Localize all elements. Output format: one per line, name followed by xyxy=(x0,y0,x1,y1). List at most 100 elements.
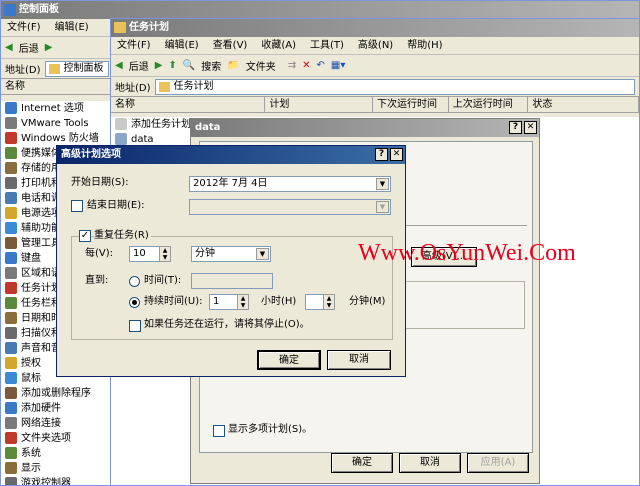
apply-button[interactable]: 应用(A) xyxy=(467,453,529,473)
address-field[interactable]: 控制面板 xyxy=(44,60,109,77)
sidebar-item-label: 打印机和 xyxy=(21,178,61,189)
data-dialog-titlebar[interactable]: data ? ✕ xyxy=(191,119,539,137)
hours-spinner[interactable]: ▲ ▼ xyxy=(237,294,249,310)
sidebar-item[interactable]: 游戏控制器 xyxy=(1,476,113,485)
menu-file[interactable]: 文件(F) xyxy=(7,19,41,36)
show-multiple-label[interactable]: 显示多项计划(S)。 xyxy=(228,423,312,437)
back-icon[interactable]: ◀ xyxy=(5,42,13,53)
control-panel-addressbar: 地址(D) 控制面板 xyxy=(1,59,113,79)
advanced-schedule-dialog: 高级计划选项 ? ✕ 开始日期(S): 2012年 7月 4日 ▼ 结束日期(E… xyxy=(56,145,406,377)
time-input[interactable] xyxy=(191,273,273,289)
time-label[interactable]: 时间(T): xyxy=(144,274,181,288)
cancel-button[interactable]: 取消 xyxy=(399,453,461,473)
minutes-spinner[interactable]: ▲ ▼ xyxy=(323,294,335,310)
ok-button[interactable]: 确定 xyxy=(257,350,321,370)
forward-icon[interactable]: ▶ xyxy=(155,60,163,71)
column-status[interactable]: 状态 xyxy=(528,97,639,112)
menu-item[interactable]: 文件(F) xyxy=(117,37,151,54)
chevron-down-icon[interactable]: ▼ xyxy=(256,248,269,260)
sidebar-item[interactable]: VMware Tools xyxy=(1,116,113,131)
end-date-label[interactable]: 结束日期(E): xyxy=(87,199,145,213)
move-to-icon[interactable]: ⇉ xyxy=(288,60,296,71)
control-panel-item-icon xyxy=(5,327,17,339)
menu-item[interactable]: 高级(N) xyxy=(358,37,393,54)
advanced-dialog-titlebar[interactable]: 高级计划选项 ? ✕ xyxy=(57,146,405,164)
sidebar-item[interactable]: 文件夹选项 xyxy=(1,431,113,446)
end-date-checkbox[interactable] xyxy=(71,200,83,212)
menu-edit[interactable]: 编辑(E) xyxy=(55,19,89,36)
sidebar-item-label: 扫描仪和 xyxy=(21,328,61,339)
back-label[interactable]: 后退 xyxy=(19,40,39,55)
task-folder-icon xyxy=(114,22,126,33)
sidebar-item[interactable]: 添加或删除程序 xyxy=(1,386,113,401)
stop-task-label[interactable]: 如果任务还在运行，请将其停止(O)。 xyxy=(144,318,310,332)
search-label[interactable]: 搜索 xyxy=(201,58,221,73)
name-column-header[interactable]: 名称 xyxy=(1,79,113,94)
sidebar-item[interactable]: 网络连接 xyxy=(1,416,113,431)
folders-icon[interactable]: 📁 xyxy=(227,60,239,71)
sidebar-item[interactable]: Windows 防火墙 xyxy=(1,131,113,146)
unit-select[interactable]: 分钟 ▼ xyxy=(191,246,271,262)
sidebar-item[interactable]: Internet 选项 xyxy=(1,101,113,116)
every-spinner[interactable]: ▲ ▼ xyxy=(159,246,171,262)
column-schedule[interactable]: 计划 xyxy=(265,97,373,112)
show-multiple-checkbox[interactable] xyxy=(213,425,225,437)
close-button[interactable]: ✕ xyxy=(390,148,403,161)
repeat-task-checkbox[interactable]: ✓ xyxy=(79,230,91,242)
column-next-run[interactable]: 下次运行时间 xyxy=(373,97,449,112)
sidebar-item-label: 便携媒体 xyxy=(21,148,61,159)
help-button[interactable]: ? xyxy=(375,148,388,161)
views-icon[interactable]: ▦▾ xyxy=(331,60,345,71)
folder-icon xyxy=(48,63,60,74)
control-panel-item-icon xyxy=(5,147,17,159)
close-button[interactable]: ✕ xyxy=(524,121,537,134)
start-date-picker[interactable]: 2012年 7月 4日 ▼ xyxy=(189,176,391,192)
duration-label[interactable]: 持续时间(U): xyxy=(144,295,203,309)
chevron-down-icon[interactable]: ▼ xyxy=(376,178,389,190)
menu-item[interactable]: 收藏(A) xyxy=(261,37,296,54)
chevron-down-icon[interactable]: ▼ xyxy=(376,201,389,213)
delete-icon[interactable]: ✕ xyxy=(302,60,310,71)
sidebar-item-label: 网络连接 xyxy=(21,418,61,429)
help-button[interactable]: ? xyxy=(509,121,522,134)
back-label[interactable]: 后退 xyxy=(129,58,149,73)
hours-label: 小时(H) xyxy=(261,296,297,307)
apply-label: 应用(A) xyxy=(480,457,516,468)
sidebar-item[interactable]: 显示 xyxy=(1,461,113,476)
stop-task-checkbox[interactable] xyxy=(129,320,141,332)
sidebar-item[interactable]: 系统 xyxy=(1,446,113,461)
control-panel-item-icon xyxy=(5,357,17,369)
time-radio[interactable] xyxy=(129,276,140,287)
column-name[interactable]: 名称 xyxy=(111,97,266,112)
control-panel-item-icon xyxy=(5,447,17,459)
duration-radio[interactable] xyxy=(129,297,140,308)
back-icon[interactable]: ◀ xyxy=(115,60,123,71)
sidebar-item[interactable]: 添加硬件 xyxy=(1,401,113,416)
repeat-task-label[interactable]: 重复任务(R) xyxy=(94,229,151,243)
ok-label: 确定 xyxy=(352,457,372,468)
address-field[interactable]: 任务计划 xyxy=(154,78,635,95)
up-folder-icon[interactable]: ⬆ xyxy=(168,60,176,71)
ok-label: 确定 xyxy=(279,355,299,366)
menu-item[interactable]: 编辑(E) xyxy=(165,37,199,54)
control-panel-item-icon xyxy=(5,132,17,144)
task-list-column-header: 名称 计划 下次运行时间 上次运行时间 状态 xyxy=(111,97,639,113)
forward-icon[interactable]: ▶ xyxy=(45,42,53,53)
cancel-button[interactable]: 取消 xyxy=(327,350,391,370)
sidebar-item-label: 文件夹选项 xyxy=(21,433,71,444)
sidebar-item-label: 任务计划 xyxy=(21,283,61,294)
menu-item[interactable]: 帮助(H) xyxy=(407,37,442,54)
control-panel-titlebar[interactable]: 控制面板 xyxy=(1,1,639,19)
undo-icon[interactable]: ↶ xyxy=(316,60,324,71)
menu-item[interactable]: 查看(V) xyxy=(213,37,248,54)
list-item-label: 添加任务计划 xyxy=(131,119,191,130)
column-last-run[interactable]: 上次运行时间 xyxy=(449,97,529,112)
address-label: 地址(D) xyxy=(5,65,41,76)
folders-label[interactable]: 文件夹 xyxy=(246,58,276,73)
end-date-picker[interactable]: ▼ xyxy=(189,199,391,215)
control-panel-column-header: 名称 xyxy=(1,79,113,95)
task-scheduler-titlebar[interactable]: 任务计划 xyxy=(111,19,639,37)
search-icon[interactable]: 🔍 xyxy=(183,60,195,71)
ok-button[interactable]: 确定 xyxy=(331,453,393,473)
menu-item[interactable]: 工具(T) xyxy=(310,37,344,54)
